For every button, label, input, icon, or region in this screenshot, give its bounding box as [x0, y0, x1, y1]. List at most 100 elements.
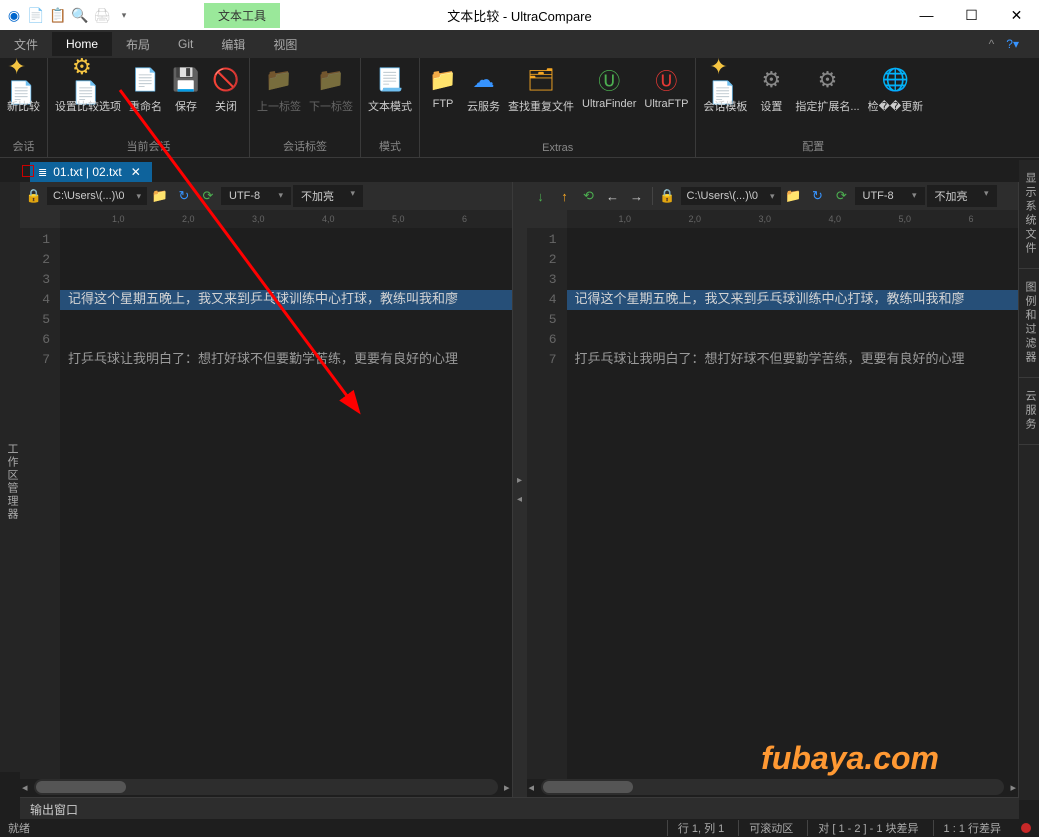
extensions-button[interactable]: ⚙指定扩展名...: [792, 62, 862, 136]
find-duplicates-button[interactable]: 🗂查找重复文件: [505, 62, 577, 140]
group-label-mode: 模式: [379, 136, 401, 157]
group-label-session: 会话: [13, 136, 35, 157]
compare-options-button[interactable]: ⚙📄设置比较选项: [52, 62, 124, 136]
close-session-button[interactable]: 🚫关闭: [207, 62, 245, 136]
output-window-tab[interactable]: 输出窗口: [20, 797, 1019, 819]
app-icon: ◉: [4, 5, 24, 25]
print-icon[interactable]: 🖨: [92, 5, 112, 25]
text-mode-button[interactable]: 📃文本模式: [365, 62, 415, 136]
refresh-icon[interactable]: ⟳: [197, 185, 219, 207]
encoding-select[interactable]: UTF-8: [221, 187, 291, 205]
path-input[interactable]: C:\Users\(...)\0: [47, 187, 147, 205]
lock-icon[interactable]: 🔒: [657, 185, 679, 207]
document-tab[interactable]: ≣ 01.txt | 02.txt ✕: [30, 162, 152, 182]
ftp-button[interactable]: 📁FTP: [424, 62, 462, 140]
highlight-select[interactable]: 不加亮: [293, 185, 363, 207]
merge-strip: ▸ ◂: [513, 182, 527, 797]
right-pane-toolbar: ↓ ↑ ⟲ ← → 🔒 C:\Users\(...)\0 📁 ↻ ⟳ UTF-8…: [527, 182, 1019, 210]
menu-git[interactable]: Git: [164, 32, 207, 56]
help-icon[interactable]: ?▾: [1000, 33, 1025, 55]
right-panel-1[interactable]: 显示系统文件: [1019, 160, 1039, 269]
scroll-left-icon[interactable]: ◂: [529, 781, 535, 794]
next-tab-button[interactable]: 📁下一标签: [306, 62, 356, 136]
contextual-tab[interactable]: 文本工具: [204, 3, 280, 28]
minimize-button[interactable]: —: [904, 0, 949, 30]
encoding-select[interactable]: UTF-8: [855, 187, 925, 205]
right-panels: 显示系统文件 图例和过滤器 云服务: [1019, 160, 1039, 800]
history-icon[interactable]: ↻: [173, 185, 195, 207]
prev-diff-icon[interactable]: ←: [602, 185, 624, 207]
merge-left-icon[interactable]: ◂: [517, 494, 522, 505]
scroll-left-icon[interactable]: ◂: [22, 781, 28, 794]
text-line[interactable]: 打乒乓球让我明白了：想打好球不但要勤学苦练，更要有良好的心理: [60, 350, 512, 370]
diff-line[interactable]: 记得这个星期五晚上，我又来到乒乓球训练中心打球，教练叫我和廖: [567, 290, 1019, 310]
scroll-right-icon[interactable]: ▸: [1010, 781, 1016, 794]
path-input[interactable]: C:\Users\(...)\0: [681, 187, 781, 205]
left-pane-toolbar: 🔒 C:\Users\(...)\0 📁 ↻ ⟳ UTF-8 不加亮: [20, 182, 512, 210]
status-position: 行 1, 列 1: [667, 820, 724, 836]
new-icon[interactable]: 📄: [26, 5, 46, 25]
next-diff-icon[interactable]: →: [626, 185, 648, 207]
status-indicator-icon: [1021, 823, 1031, 833]
menu-edit[interactable]: 编辑: [207, 31, 259, 58]
group-label-tabs: 会话标签: [283, 136, 327, 157]
left-editor[interactable]: 1234567 记得这个星期五晚上，我又来到乒乓球训练中心打球，教练叫我和廖 打…: [20, 228, 512, 779]
cloud-button[interactable]: ☁云服务: [464, 62, 503, 140]
find-icon[interactable]: 🔍: [70, 5, 90, 25]
menubar: 文件 Home 布局 Git 编辑 视图 ^ ?▾: [0, 30, 1039, 58]
tab-icon: ≣: [38, 166, 47, 179]
qat-dropdown-icon[interactable]: ▾: [114, 5, 134, 25]
horizontal-scrollbar[interactable]: [541, 779, 1005, 795]
check-updates-button[interactable]: 🌐检��更新: [865, 62, 927, 136]
right-editor[interactable]: 1234567 记得这个星期五晚上，我又来到乒乓球训练中心打球，教练叫我和廖 打…: [527, 228, 1019, 779]
new-compare-button[interactable]: ✦📄新比较: [4, 62, 43, 136]
sync-icon[interactable]: ⟲: [578, 185, 600, 207]
menu-view[interactable]: 视图: [259, 31, 311, 58]
save-button[interactable]: 💾保存: [167, 62, 205, 136]
ultrafinder-button[interactable]: ⓊUltraFinder: [579, 62, 639, 140]
right-panel-3[interactable]: 云服务: [1019, 378, 1039, 445]
folder-icon[interactable]: 📁: [783, 185, 805, 207]
document-tabbar: ≣ 01.txt | 02.txt ✕: [0, 158, 1039, 182]
ruler: 1,0 2,0 3,0 4,0 5,0 6: [567, 210, 1019, 228]
right-pane: ↓ ↑ ⟲ ← → 🔒 C:\Users\(...)\0 📁 ↻ ⟳ UTF-8…: [527, 182, 1020, 797]
ribbon: ✦📄新比较 会话 ⚙📄设置比较选项 📄重命名 💾保存 🚫关闭 当前会话 📁上一标…: [0, 58, 1039, 158]
tab-close-icon[interactable]: ✕: [128, 165, 144, 179]
collapse-ribbon-icon[interactable]: ^: [983, 33, 1001, 55]
compare-area: 🔒 C:\Users\(...)\0 📁 ↻ ⟳ UTF-8 不加亮 1,0 2…: [20, 182, 1019, 797]
settings-button[interactable]: ⚙设置: [752, 62, 790, 136]
horizontal-scrollbar[interactable]: [34, 779, 498, 795]
right-panel-2[interactable]: 图例和过滤器: [1019, 269, 1039, 378]
diff-line[interactable]: 记得这个星期五晚上，我又来到乒乓球训练中心打球，教练叫我和廖: [60, 290, 512, 310]
ruler: 1,0 2,0 3,0 4,0 5,0 6: [60, 210, 512, 228]
watermark: fubaya.com: [761, 740, 939, 777]
group-label-config: 配置: [802, 136, 824, 157]
close-button[interactable]: ✕: [994, 0, 1039, 30]
prev-tab-button[interactable]: 📁上一标签: [254, 62, 304, 136]
lock-icon[interactable]: 🔒: [23, 185, 45, 207]
status-scroll: 可滚动区: [738, 820, 793, 836]
text-line[interactable]: 打乒乓球让我明白了：想打好球不但要勤学苦练，更要有良好的心理: [567, 350, 1019, 370]
maximize-button[interactable]: ☐: [949, 0, 994, 30]
menu-home[interactable]: Home: [52, 32, 112, 56]
folder-icon[interactable]: 📁: [149, 185, 171, 207]
session-template-button[interactable]: ✦📄会话模板: [700, 62, 750, 136]
refresh-icon[interactable]: ⟳: [831, 185, 853, 207]
left-pane: 🔒 C:\Users\(...)\0 📁 ↻ ⟳ UTF-8 不加亮 1,0 2…: [20, 182, 513, 797]
merge-right-icon[interactable]: ▸: [517, 475, 522, 486]
rename-button[interactable]: 📄重命名: [126, 62, 165, 136]
ultraftp-button[interactable]: ⓊUltraFTP: [641, 62, 691, 140]
tab-title: 01.txt | 02.txt: [53, 165, 121, 179]
line-gutter: 1234567: [527, 228, 567, 779]
scroll-right-icon[interactable]: ▸: [504, 781, 510, 794]
up-arrow-icon[interactable]: ↑: [554, 185, 576, 207]
copy-icon[interactable]: 📋: [48, 5, 68, 25]
statusbar: 就绪 行 1, 列 1 可滚动区 对 [ 1 - 2 ] - 1 块差异 1 :…: [0, 819, 1039, 837]
workspace-panel-tab[interactable]: 工作区管理器: [0, 182, 20, 772]
history-icon[interactable]: ↻: [807, 185, 829, 207]
highlight-select[interactable]: 不加亮: [927, 185, 997, 207]
down-arrow-icon[interactable]: ↓: [530, 185, 552, 207]
menu-layout[interactable]: 布局: [112, 31, 164, 58]
line-gutter: 1234567: [20, 228, 60, 779]
status-diff-lines: 1 : 1 行差异: [933, 820, 1001, 836]
